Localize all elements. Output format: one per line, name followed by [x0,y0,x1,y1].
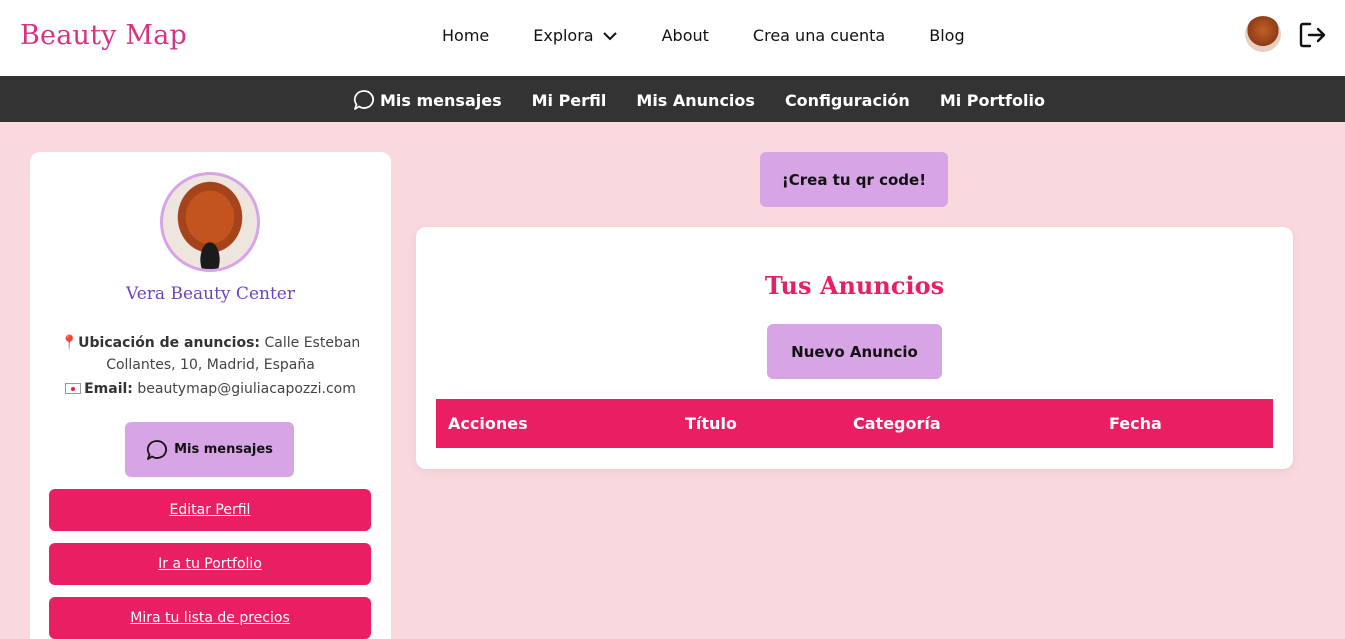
nuevo-anuncio-button[interactable]: Nuevo Anuncio [767,324,942,379]
nav-blog-label: Blog [929,26,965,45]
column-acciones: Acciones [448,414,528,433]
mis-mensajes-button[interactable]: Mis mensajes [125,422,294,477]
chat-bubble-icon [147,439,168,460]
location-pin-icon: 📍 [60,335,79,351]
ads-card: Tus Anuncios Nuevo Anuncio Acciones Títu… [416,227,1293,469]
email-label: Email: [84,381,133,397]
mis-mensajes-button-label: Mis mensajes [174,442,273,457]
email-info: Email: beautymap@giuliacapozzi.com [50,381,371,397]
editar-perfil-button[interactable]: Editar Perfil [49,489,371,531]
chat-bubble-icon [353,90,374,110]
profile-name: Vera Beauty Center [126,284,295,304]
ir-portfolio-button[interactable]: Ir a tu Portfolio [49,543,371,585]
subnav-configuracion-label: Configuración [784,90,910,110]
ads-title: Tus Anuncios [764,271,945,300]
nav-crea-cuenta[interactable]: Crea una cuenta [753,26,885,45]
nav-about[interactable]: About [662,26,709,45]
subnav-mis-mensajes[interactable]: Mis mensajes [353,89,502,111]
lista-precios-button[interactable]: Mira tu lista de precios [49,597,371,639]
location-label: Ubicación de anuncios: [78,335,261,351]
main-nav: Home Explora About Crea una cuenta Blog [442,26,965,45]
nav-home-label: Home [442,26,490,45]
nav-about-label: About [661,26,709,45]
email-value: beautymap@giuliacapozzi.com [137,381,356,397]
nav-blog[interactable]: Blog [929,26,964,45]
brand-logo[interactable]: Beauty Map [20,20,187,51]
top-navbar: Beauty Map Home Explora About Crea una c… [0,0,1345,76]
subnav-configuracion[interactable]: Configuración [785,91,910,110]
nav-crea-cuenta-label: Crea una cuenta [752,26,886,45]
column-categoria: Categoría [853,414,941,433]
nav-explora-label: Explora [533,26,594,45]
subnav-mis-anuncios-label: Mis Anuncios [636,90,755,110]
location-info: 📍Ubicación de anuncios: Calle Esteban Co… [60,332,361,376]
nav-home[interactable]: Home [442,26,489,45]
subnav-mi-portfolio[interactable]: Mi Portfolio [940,91,1045,110]
profile-avatar [160,172,260,272]
profile-card: Vera Beauty Center 📍Ubicación de anuncio… [30,152,391,639]
subnav-mi-portfolio-label: Mi Portfolio [939,90,1045,110]
subnav-mi-perfil-label: Mi Perfil [531,90,607,110]
subnav-mis-mensajes-label: Mis mensajes [380,90,502,110]
account-subnav: Mis mensajes Mi Perfil Mis Anuncios Conf… [0,76,1345,122]
nav-explora[interactable]: Explora [533,26,617,45]
crea-qr-button[interactable]: ¡Crea tu qr code! [760,152,948,207]
logout-icon[interactable] [1298,20,1328,50]
subnav-mis-anuncios[interactable]: Mis Anuncios [636,91,755,110]
user-avatar[interactable] [1245,16,1281,52]
column-fecha: Fecha [1109,414,1162,433]
envelope-icon [65,383,82,394]
chevron-down-icon [602,31,617,40]
ads-table-header: Acciones Título Categoría Fecha [436,399,1273,448]
subnav-mi-perfil[interactable]: Mi Perfil [532,91,607,110]
column-titulo: Título [685,414,737,433]
